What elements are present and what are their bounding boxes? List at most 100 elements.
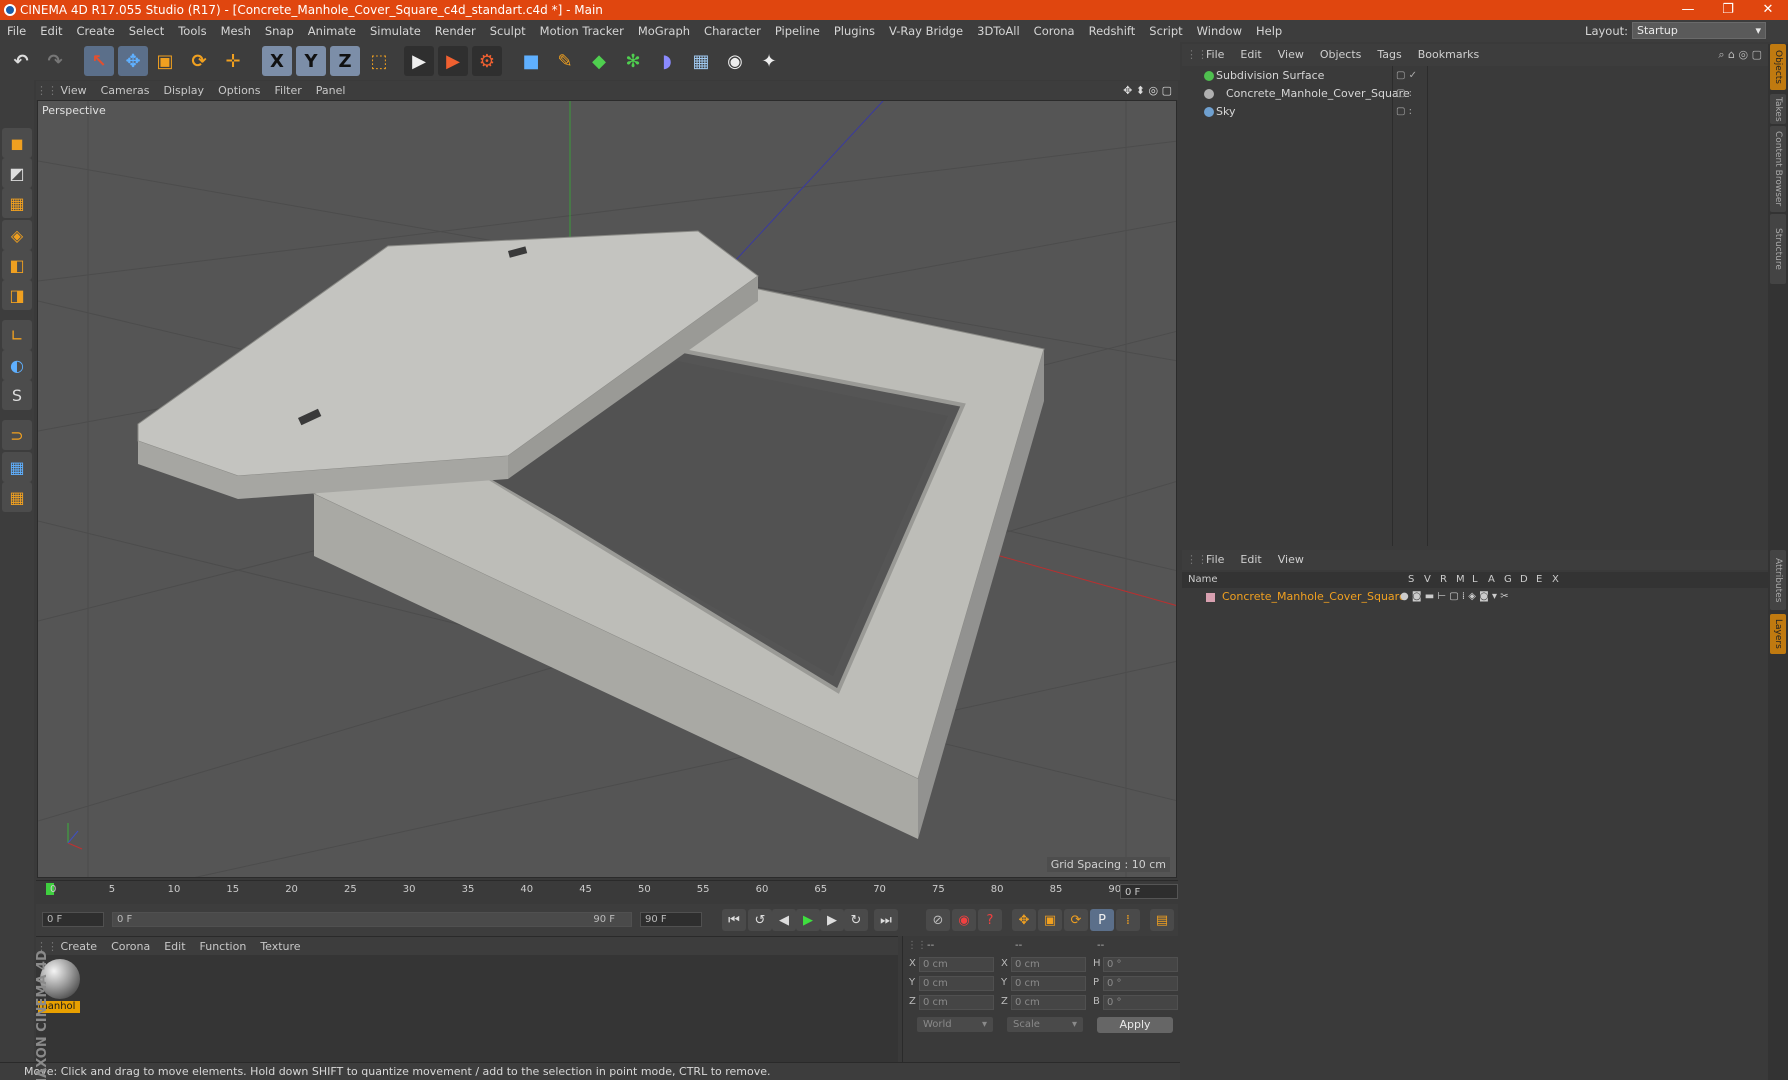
- side-tab-attributes[interactable]: Attributes: [1770, 550, 1786, 610]
- texture-mode-button[interactable]: ◩: [2, 158, 32, 188]
- move-tool-button[interactable]: ✥: [118, 46, 148, 76]
- material-menu-create[interactable]: Create: [54, 937, 105, 956]
- coord-c-field-1[interactable]: 0 °: [1103, 976, 1178, 991]
- polygons-mode-button[interactable]: ◨: [2, 280, 32, 310]
- end-frame-field[interactable]: 90 F: [640, 912, 702, 927]
- search-icon[interactable]: ⌕ ⌂ ◎ ▢: [1718, 44, 1762, 66]
- side-tab-objects[interactable]: Objects: [1770, 44, 1786, 90]
- magnet-tool-button[interactable]: ⊃: [2, 420, 32, 450]
- menu-window[interactable]: Window: [1190, 20, 1249, 42]
- menu-create[interactable]: Create: [70, 20, 122, 42]
- subdivision-surface-button[interactable]: ◆: [584, 46, 614, 76]
- menu-tools[interactable]: Tools: [171, 20, 213, 42]
- key-pla-button[interactable]: ⁞: [1116, 909, 1140, 931]
- menu-file[interactable]: File: [0, 20, 33, 42]
- coord-a-field-1[interactable]: 0 cm: [919, 976, 994, 991]
- prev-frame-button[interactable]: ◀: [772, 909, 796, 931]
- next-frame-button[interactable]: ▶: [820, 909, 844, 931]
- coord-c-field-0[interactable]: 0 °: [1103, 957, 1178, 972]
- layer-menu-edit[interactable]: Edit: [1232, 550, 1269, 570]
- coord-a-field-0[interactable]: 0 cm: [919, 957, 994, 972]
- side-tab-takes[interactable]: Takes: [1770, 94, 1786, 124]
- key-position-button[interactable]: ✥: [1012, 909, 1036, 931]
- menu-snap[interactable]: Snap: [258, 20, 301, 42]
- layer-menu-view[interactable]: View: [1270, 550, 1312, 570]
- menu-simulate[interactable]: Simulate: [363, 20, 428, 42]
- minimize-button[interactable]: —: [1668, 0, 1708, 20]
- layer-row[interactable]: Concrete_Manhole_Cover_Square ● ◙ ▬ ⊢ ▢ …: [1182, 588, 1768, 606]
- menu-plugins[interactable]: Plugins: [827, 20, 882, 42]
- y-axis-lock-button[interactable]: Y: [296, 46, 326, 76]
- object-row[interactable]: Concrete_Manhole_Cover_Square ▢ :: [1182, 85, 1768, 103]
- side-tab-structure[interactable]: Structure: [1770, 214, 1786, 284]
- coord-a-field-2[interactable]: 0 cm: [919, 995, 994, 1010]
- layer-toggle-icons[interactable]: ● ◙ ▬ ⊢ ▢ ⁞ ◈ ◙ ▾ ✂: [1400, 588, 1509, 606]
- key-scale-button[interactable]: ▣: [1038, 909, 1062, 931]
- cube-object-button[interactable]: ■: [516, 46, 546, 76]
- scale-mode-dropdown[interactable]: Scale ▾: [1007, 1017, 1083, 1032]
- render-picture-viewer-button[interactable]: ▶: [438, 46, 468, 76]
- object-visibility-toggles[interactable]: ▢ ✓: [1396, 67, 1417, 85]
- side-tab-layers[interactable]: Layers: [1770, 614, 1786, 654]
- coordinate-system-button[interactable]: ⬚: [364, 46, 394, 76]
- coord-b-field-0[interactable]: 0 cm: [1011, 957, 1086, 972]
- start-frame-field[interactable]: 0 F: [42, 912, 104, 927]
- viewport-menu-options[interactable]: Options: [211, 81, 267, 100]
- menu-render[interactable]: Render: [428, 20, 483, 42]
- grid-snap-button[interactable]: ▦: [2, 482, 32, 512]
- menu-redshift[interactable]: Redshift: [1082, 20, 1143, 42]
- record-keys-button[interactable]: ⊘: [926, 909, 950, 931]
- object-visibility-toggles[interactable]: ▢ :: [1396, 103, 1412, 121]
- key-rotation-button[interactable]: ⟳: [1064, 909, 1088, 931]
- menu-corona[interactable]: Corona: [1027, 20, 1082, 42]
- undo-button[interactable]: ↶: [6, 46, 36, 76]
- viewport-nav-icons[interactable]: ✥ ⬍ ◎ ▢: [1123, 81, 1172, 100]
- object-menu-bookmarks[interactable]: Bookmarks: [1410, 44, 1487, 66]
- deformer-button[interactable]: ◗: [652, 46, 682, 76]
- select-tool-button[interactable]: ↖: [84, 46, 114, 76]
- edges-mode-button[interactable]: ◧: [2, 250, 32, 280]
- points-mode-button[interactable]: ◈: [2, 220, 32, 250]
- pen-spline-button[interactable]: ✎: [550, 46, 580, 76]
- current-frame-field[interactable]: 0 F: [1120, 884, 1178, 899]
- go-to-end-button[interactable]: ⏭: [874, 909, 898, 931]
- object-menu-view[interactable]: View: [1270, 44, 1312, 66]
- scale-tool-button[interactable]: ▣: [150, 46, 180, 76]
- camera-button[interactable]: ◉: [720, 46, 750, 76]
- menu-v-ray-bridge[interactable]: V-Ray Bridge: [882, 20, 970, 42]
- object-row[interactable]: Subdivision Surface ▢ ✓: [1182, 67, 1768, 85]
- coord-b-field-2[interactable]: 0 cm: [1011, 995, 1086, 1010]
- menu-sculpt[interactable]: Sculpt: [483, 20, 533, 42]
- apply-button[interactable]: Apply: [1097, 1017, 1173, 1033]
- menu-character[interactable]: Character: [697, 20, 768, 42]
- key-parameter-button[interactable]: P: [1090, 909, 1114, 931]
- prev-key-button[interactable]: ↺: [748, 909, 772, 931]
- autokey-button[interactable]: ◉: [952, 909, 976, 931]
- viewport-menu-view[interactable]: View: [54, 81, 94, 100]
- coord-c-field-2[interactable]: 0 °: [1103, 995, 1178, 1010]
- object-menu-objects[interactable]: Objects: [1312, 44, 1370, 66]
- render-view-button[interactable]: ▶: [404, 46, 434, 76]
- axis-mode-button[interactable]: ∟: [2, 320, 32, 350]
- side-tab-content-browser[interactable]: Content Browser: [1770, 126, 1786, 212]
- go-to-start-button[interactable]: ⏮: [722, 909, 746, 931]
- restore-button[interactable]: ❐: [1708, 0, 1748, 20]
- transform-tool-button[interactable]: ✛: [218, 46, 248, 76]
- rotate-tool-button[interactable]: ⟳: [184, 46, 214, 76]
- tweak-mode-button[interactable]: ◐: [2, 350, 32, 380]
- menu-select[interactable]: Select: [122, 20, 171, 42]
- coordinate-mode-dropdown[interactable]: World ▾: [917, 1017, 993, 1032]
- object-visibility-toggles[interactable]: ▢ :: [1396, 85, 1412, 103]
- material-menu-function[interactable]: Function: [193, 937, 254, 956]
- menu-motion-tracker[interactable]: Motion Tracker: [533, 20, 631, 42]
- play-button[interactable]: ▶: [796, 909, 820, 931]
- menu-help[interactable]: Help: [1249, 20, 1289, 42]
- viewport-menu-display[interactable]: Display: [157, 81, 212, 100]
- menu-edit[interactable]: Edit: [33, 20, 69, 42]
- grid-lock-button[interactable]: ▦: [2, 452, 32, 482]
- timeline-ruler[interactable]: 0 5 10 15 20 25 30 35 40 45 50 55 60 65 70 75 80 85 90: [36, 880, 1178, 902]
- snap-toggle-button[interactable]: S: [2, 380, 32, 410]
- frame-range-slider[interactable]: 0 F 90 F: [112, 912, 632, 927]
- timeline-window-button[interactable]: ▤: [1150, 909, 1174, 931]
- material-menu-corona[interactable]: Corona: [104, 937, 157, 956]
